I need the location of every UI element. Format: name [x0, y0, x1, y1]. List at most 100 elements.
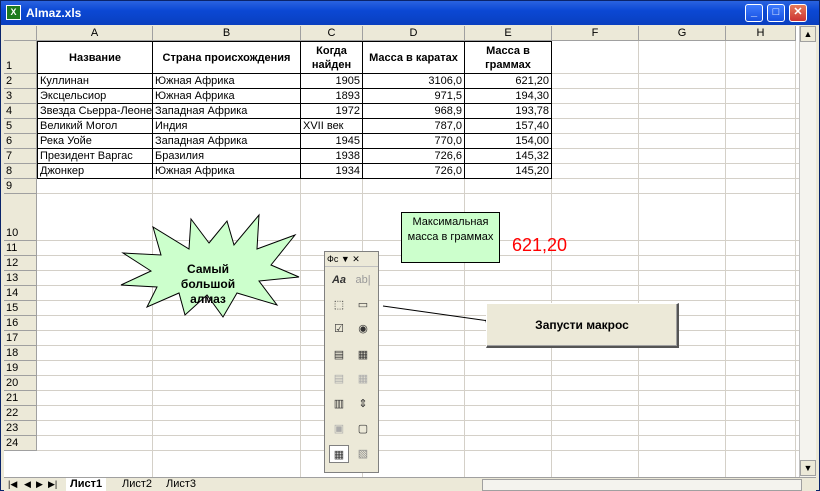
row-header-22[interactable]: 22 [4, 406, 37, 421]
column-header-a[interactable]: A [37, 26, 153, 41]
table-cell[interactable]: Южная Африка [153, 164, 301, 179]
row-header-12[interactable]: 12 [4, 256, 37, 271]
table-cell[interactable]: XVII век [301, 119, 363, 134]
table-cell[interactable]: Река Уойе [37, 134, 153, 149]
code-tool-icon[interactable]: ▢ [353, 420, 373, 438]
label-tool-icon[interactable]: Aa [329, 271, 349, 289]
groupbox-tool-icon[interactable]: ⬚ [329, 296, 349, 314]
sheet-tab-1[interactable]: Лист1 [66, 478, 107, 491]
table-cell[interactable]: Эксцельсиор [37, 89, 153, 104]
row-header-20[interactable]: 20 [4, 376, 37, 391]
table-cell[interactable]: 787,0 [363, 119, 465, 134]
table-cell[interactable]: 157,40 [465, 119, 552, 134]
scrollbar-tool-icon[interactable]: ▥ [329, 395, 349, 413]
table-cell[interactable]: 770,0 [363, 134, 465, 149]
minimize-button[interactable]: _ [745, 4, 763, 22]
row-header-10[interactable]: 10 [4, 194, 37, 241]
row-header-14[interactable]: 14 [4, 286, 37, 301]
column-header-b[interactable]: B [153, 26, 301, 41]
row-header-18[interactable]: 18 [4, 346, 37, 361]
table-cell[interactable]: Джонкер [37, 164, 153, 179]
row-header-5[interactable]: 5 [4, 119, 37, 134]
row-header-17[interactable]: 17 [4, 331, 37, 346]
table-cell[interactable]: Южная Африка [153, 89, 301, 104]
table-cell[interactable]: Звезда Сьерра-Леоне [37, 104, 153, 119]
row-header-13[interactable]: 13 [4, 271, 37, 286]
row-header-4[interactable]: 4 [4, 104, 37, 119]
vertical-scrollbar[interactable]: ▲ ▼ [799, 26, 816, 477]
table-header-cell[interactable]: Название [37, 41, 153, 74]
column-header-d[interactable]: D [363, 26, 465, 41]
table-cell[interactable]: Западная Африка [153, 104, 301, 119]
sheet-tab-2[interactable]: Лист2 [118, 478, 156, 491]
close-button[interactable]: ✕ [789, 4, 807, 22]
table-header-cell[interactable]: Масса в граммах [465, 41, 552, 74]
table-cell[interactable]: 193,78 [465, 104, 552, 119]
radio-tool-icon[interactable]: ◉ [353, 320, 373, 338]
properties-tool-icon[interactable]: ▣ [329, 420, 349, 438]
table-cell[interactable]: 1945 [301, 134, 363, 149]
row-header-7[interactable]: 7 [4, 149, 37, 164]
combo-drop-tool-icon[interactable]: ▦ [353, 370, 373, 388]
table-cell[interactable]: 145,20 [465, 164, 552, 179]
row-header-8[interactable]: 8 [4, 164, 37, 179]
column-header-f[interactable]: F [552, 26, 639, 41]
table-cell[interactable]: 3106,0 [363, 74, 465, 89]
sheet-tab-3[interactable]: Лист3 [162, 478, 200, 491]
table-cell[interactable]: 1938 [301, 149, 363, 164]
run-macro-button[interactable]: Запусти макрос [486, 303, 679, 348]
table-cell[interactable]: Южная Африка [153, 74, 301, 89]
checkbox-tool-icon[interactable]: ☑ [329, 320, 349, 338]
column-header-e[interactable]: E [465, 26, 552, 41]
row-header-11[interactable]: 11 [4, 241, 37, 256]
table-cell[interactable]: 971,5 [363, 89, 465, 104]
row-header-24[interactable]: 24 [4, 436, 37, 451]
first-sheet-icon[interactable]: |◀ [8, 479, 17, 490]
scroll-up-icon[interactable]: ▲ [800, 26, 816, 42]
row-header-21[interactable]: 21 [4, 391, 37, 406]
table-header-cell[interactable]: Масса в каратах [363, 41, 465, 74]
row-header-2[interactable]: 2 [4, 74, 37, 89]
row-header-1[interactable]: 1 [4, 41, 37, 74]
table-cell[interactable]: Куллинан [37, 74, 153, 89]
scroll-down-icon[interactable]: ▼ [800, 460, 816, 476]
select-all-corner[interactable] [4, 26, 37, 41]
table-cell[interactable]: 154,00 [465, 134, 552, 149]
column-header-h[interactable]: H [726, 26, 796, 41]
spinner-tool-icon[interactable]: ⇕ [353, 395, 373, 413]
row-header-19[interactable]: 19 [4, 361, 37, 376]
button-tool-icon[interactable]: ▭ [353, 296, 373, 314]
column-header-g[interactable]: G [639, 26, 726, 41]
next-sheet-icon[interactable]: ▶ [36, 479, 43, 490]
prev-sheet-icon[interactable]: ◀ [24, 479, 31, 490]
table-cell[interactable]: 1905 [301, 74, 363, 89]
table-cell[interactable]: 1893 [301, 89, 363, 104]
combobox-tool-icon[interactable]: ▦ [353, 346, 373, 364]
table-header-cell[interactable]: Когда найден [301, 41, 363, 74]
listbox-tool-icon[interactable]: ▤ [329, 346, 349, 364]
editbox-tool-icon[interactable]: ab| [353, 271, 373, 289]
table-cell[interactable]: Президент Варгас [37, 149, 153, 164]
table-cell[interactable]: 726,0 [363, 164, 465, 179]
table-cell[interactable]: Великий Могол [37, 119, 153, 134]
horizontal-scrollbar[interactable] [482, 479, 802, 491]
toolbox-title[interactable]: Фс ▼ ✕ [325, 252, 378, 267]
grid-toggle-icon[interactable]: ▦ [329, 445, 349, 463]
column-header-c[interactable]: C [301, 26, 363, 41]
table-cell[interactable]: 1934 [301, 164, 363, 179]
table-cell[interactable]: 194,30 [465, 89, 552, 104]
table-cell[interactable]: Индия [153, 119, 301, 134]
combo-list-tool-icon[interactable]: ▤ [329, 370, 349, 388]
row-header-15[interactable]: 15 [4, 301, 37, 316]
maximize-button[interactable]: □ [767, 4, 785, 22]
table-cell[interactable]: 968,9 [363, 104, 465, 119]
run-dialog-tool-icon[interactable]: ▧ [353, 445, 373, 463]
last-sheet-icon[interactable]: ▶| [48, 479, 57, 490]
table-cell[interactable]: Западная Африка [153, 134, 301, 149]
row-header-9[interactable]: 9 [4, 179, 37, 194]
table-cell[interactable]: 621,20 [465, 74, 552, 89]
row-header-23[interactable]: 23 [4, 421, 37, 436]
table-cell[interactable]: 1972 [301, 104, 363, 119]
table-cell[interactable]: 145,32 [465, 149, 552, 164]
row-header-6[interactable]: 6 [4, 134, 37, 149]
